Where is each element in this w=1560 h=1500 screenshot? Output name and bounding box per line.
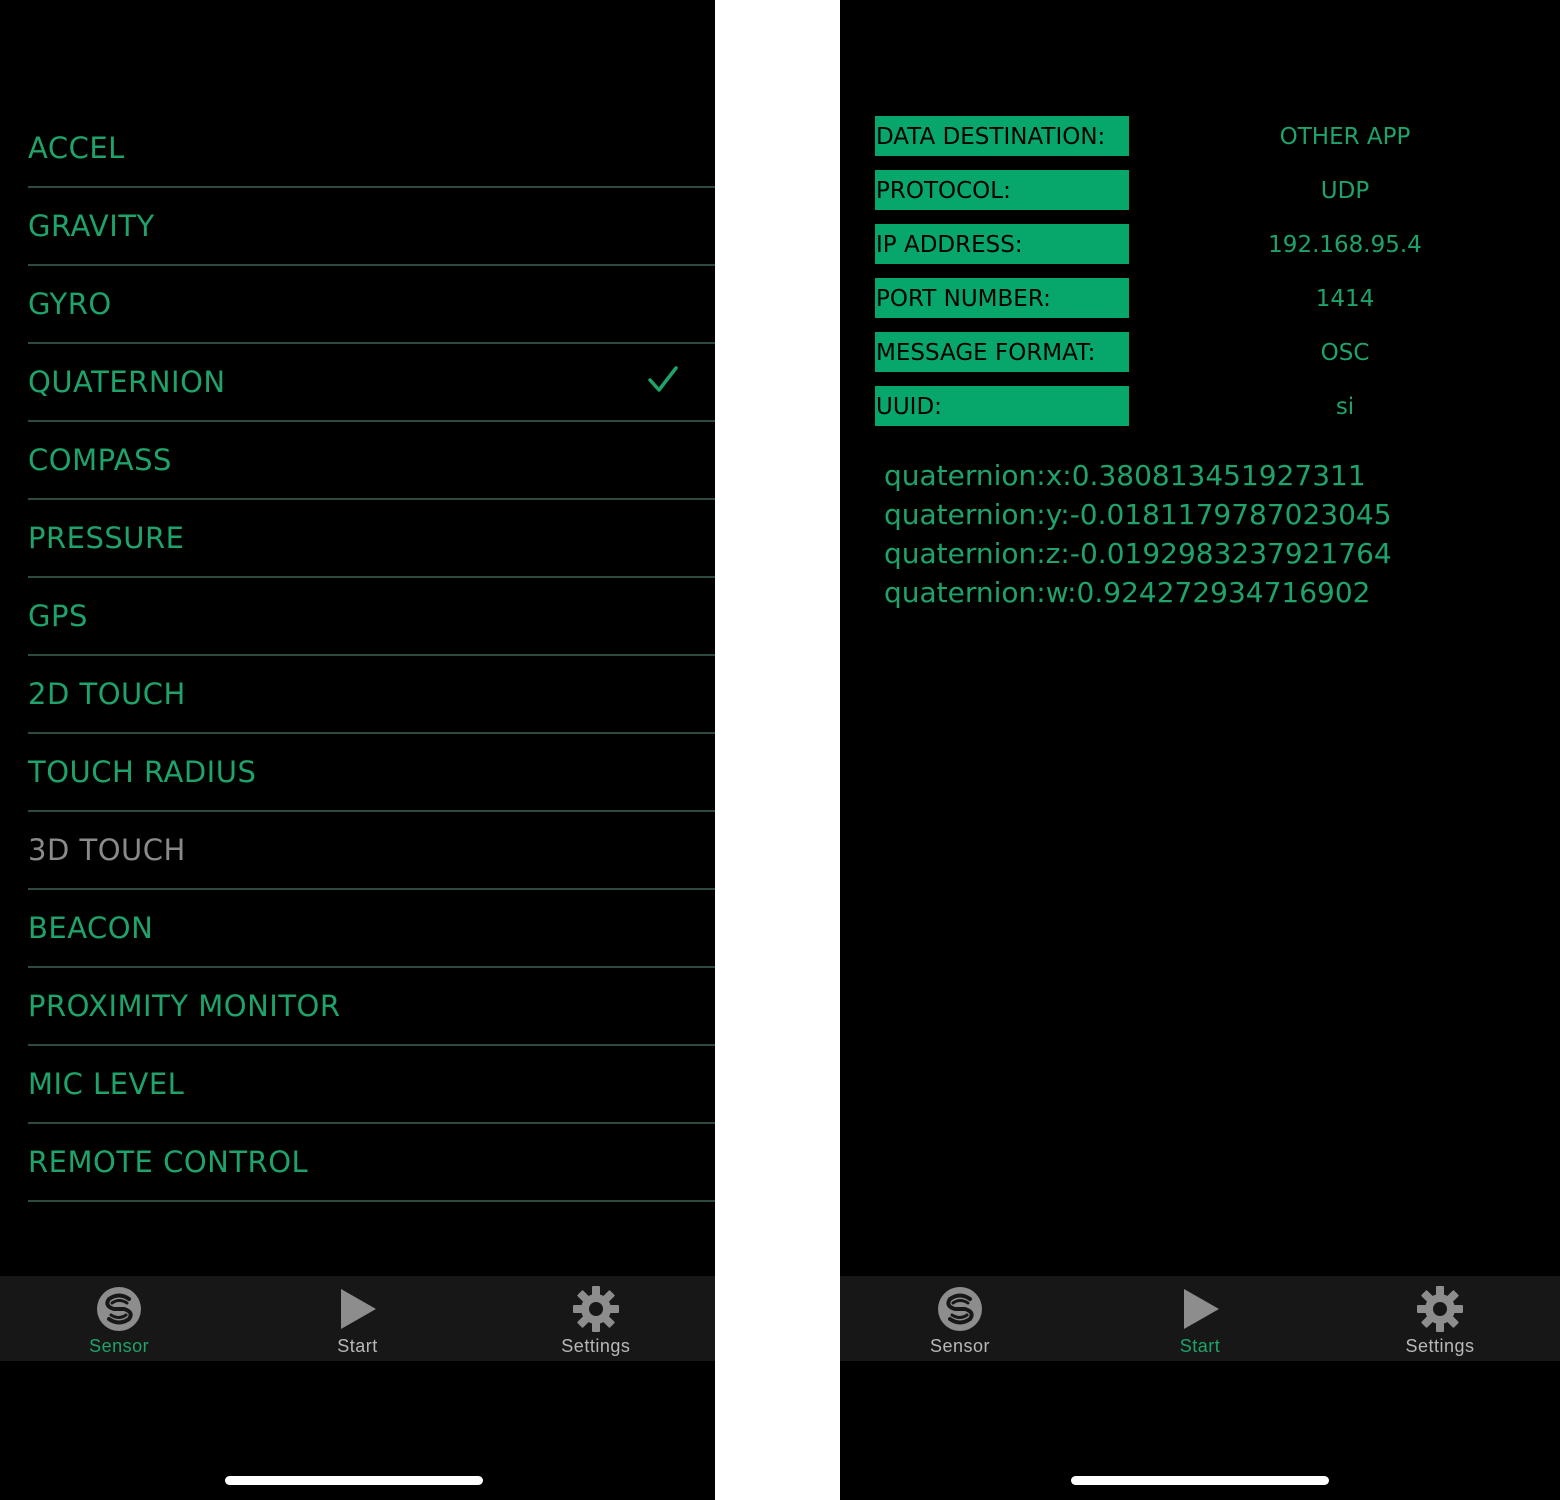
home-indicator[interactable]	[1071, 1476, 1329, 1485]
sensor-item-mic-level[interactable]: MIC LEVEL	[28, 1046, 715, 1124]
gear-icon	[572, 1286, 619, 1332]
setting-row-message-format: MESSAGE FORMAT: OSC	[875, 332, 1525, 372]
setting-value: 1414	[1315, 286, 1375, 312]
readout-line: quaternion:z:-0.0192983237921764	[884, 537, 1392, 570]
tab-label: Start	[337, 1336, 378, 1356]
settings-summary: DATA DESTINATION: OTHER APP PROTOCOL: UD…	[875, 116, 1525, 440]
setting-row-uuid: UUID: si	[875, 386, 1525, 426]
readout-line: quaternion:y:-0.0181179787023045	[884, 498, 1392, 531]
sensor-label: BEACON	[28, 911, 154, 945]
checkmark-icon	[648, 366, 678, 392]
sensor-label: 2D TOUCH	[28, 677, 186, 711]
tab-start[interactable]: Start	[1080, 1276, 1320, 1361]
setting-row-ip-address: IP ADDRESS: 192.168.95.4	[875, 224, 1525, 264]
setting-row-data-destination: DATA DESTINATION: OTHER APP	[875, 116, 1525, 156]
readout-line: quaternion:x:0.380813451927311	[884, 459, 1366, 492]
sensor-label: GYRO	[28, 287, 112, 321]
home-indicator[interactable]	[225, 1476, 483, 1485]
sensor-item-gps[interactable]: GPS	[28, 578, 715, 656]
sensor-label: QUATERNION	[28, 365, 226, 399]
tab-bar: Sensor Start Settings	[0, 1276, 715, 1361]
readout-line: quaternion:w:0.924272934716902	[884, 576, 1371, 609]
sensor-item-proximity-monitor[interactable]: PROXIMITY MONITOR	[28, 968, 715, 1046]
sensor-item-compass[interactable]: COMPASS	[28, 422, 715, 500]
tab-settings[interactable]: Settings	[477, 1276, 715, 1361]
sensor-label: REMOTE CONTROL	[28, 1145, 309, 1179]
sensor-label: GPS	[28, 599, 88, 633]
sensor-item-remote-control[interactable]: REMOTE CONTROL	[28, 1124, 715, 1202]
tab-label: Settings	[1405, 1336, 1475, 1356]
play-icon	[341, 1289, 377, 1329]
sensor-label: TOUCH RADIUS	[28, 755, 257, 789]
sensor-label: ACCEL	[28, 131, 125, 165]
setting-key: UUID:	[875, 386, 1129, 426]
tab-label: Settings	[561, 1336, 631, 1356]
setting-key: PROTOCOL:	[875, 170, 1129, 210]
setting-value: OSC	[1320, 340, 1370, 366]
setting-row-protocol: PROTOCOL: UDP	[875, 170, 1525, 210]
setting-value: si	[1335, 394, 1355, 420]
setting-key: PORT NUMBER:	[875, 278, 1129, 318]
tab-label: Sensor	[89, 1336, 150, 1356]
tab-bar: Sensor Start Settings	[840, 1276, 1560, 1361]
sensor-item-3d-touch: 3D TOUCH	[28, 812, 715, 890]
list-divider	[28, 1202, 715, 1280]
sensor-readout: quaternion:x:0.380813451927311 quaternio…	[884, 456, 1392, 612]
sensor-logo-icon	[938, 1287, 982, 1331]
setting-value: OTHER APP	[1279, 124, 1411, 150]
sensor-item-quaternion[interactable]: QUATERNION	[28, 344, 715, 422]
setting-key: MESSAGE FORMAT:	[875, 332, 1129, 372]
tab-sensor[interactable]: Sensor	[0, 1276, 238, 1361]
sensor-label: 3D TOUCH	[28, 833, 186, 867]
setting-key: IP ADDRESS:	[875, 224, 1129, 264]
tab-settings[interactable]: Settings	[1320, 1276, 1560, 1361]
sensor-list: ACCEL GRAVITY GYRO QUATERNION COMPASS PR…	[28, 110, 715, 1280]
sensor-item-2d-touch[interactable]: 2D TOUCH	[28, 656, 715, 734]
sensor-label: GRAVITY	[28, 209, 155, 243]
start-screen: DATA DESTINATION: OTHER APP PROTOCOL: UD…	[840, 0, 1560, 1500]
setting-value: 192.168.95.4	[1268, 232, 1422, 258]
tab-start[interactable]: Start	[238, 1276, 476, 1361]
sensor-item-accel[interactable]: ACCEL	[28, 110, 715, 188]
tab-label: Start	[1179, 1336, 1221, 1356]
sensor-item-gyro[interactable]: GYRO	[28, 266, 715, 344]
sensor-screen: ACCEL GRAVITY GYRO QUATERNION COMPASS PR…	[0, 0, 715, 1500]
sensor-label: MIC LEVEL	[28, 1067, 185, 1101]
sensor-logo-icon	[97, 1287, 142, 1331]
tab-sensor[interactable]: Sensor	[840, 1276, 1080, 1361]
sensor-item-touch-radius[interactable]: TOUCH RADIUS	[28, 734, 715, 812]
gear-icon	[1417, 1286, 1463, 1332]
tab-label: Sensor	[929, 1336, 991, 1356]
sensor-label: COMPASS	[28, 443, 172, 477]
setting-row-port-number: PORT NUMBER: 1414	[875, 278, 1525, 318]
sensor-item-pressure[interactable]: PRESSURE	[28, 500, 715, 578]
play-icon	[1184, 1289, 1219, 1329]
sensor-item-beacon[interactable]: BEACON	[28, 890, 715, 968]
sensor-label: PROXIMITY MONITOR	[28, 989, 341, 1023]
setting-value: UDP	[1320, 178, 1370, 204]
sensor-label: PRESSURE	[28, 521, 185, 555]
setting-key: DATA DESTINATION:	[875, 116, 1129, 156]
sensor-item-gravity[interactable]: GRAVITY	[28, 188, 715, 266]
